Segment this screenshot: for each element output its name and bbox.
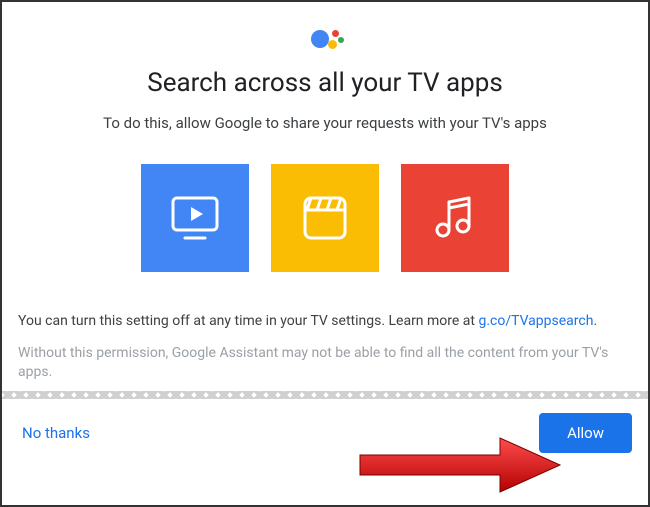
movies-tile [271, 164, 379, 272]
google-assistant-logo-icon [305, 24, 345, 54]
tv-play-icon [165, 188, 225, 248]
dialog-actions: No thanks Allow [2, 403, 648, 465]
dialog-title: Search across all your TV apps [147, 68, 502, 98]
allow-button[interactable]: Allow [539, 413, 632, 453]
clapperboard-icon [297, 190, 353, 246]
no-thanks-button[interactable]: No thanks [18, 416, 94, 450]
permission-disclaimer: Without this permission, Google Assistan… [2, 344, 648, 383]
torn-edge-divider [2, 391, 648, 399]
dialog-subtitle: To do this, allow Google to share your r… [73, 114, 577, 132]
info-prefix: You can turn this setting off at any tim… [18, 313, 478, 329]
music-tile [401, 164, 509, 272]
permission-dialog: Search across all your TV apps To do thi… [0, 0, 650, 507]
tv-play-tile [141, 164, 249, 272]
app-category-tiles [2, 164, 648, 272]
learn-more-link[interactable]: g.co/TVappsearch [478, 313, 593, 329]
settings-info-text: You can turn this setting off at any tim… [2, 312, 648, 332]
music-note-icon [427, 190, 483, 246]
info-suffix: . [593, 313, 597, 329]
dialog-header: Search across all your TV apps To do thi… [2, 2, 648, 164]
